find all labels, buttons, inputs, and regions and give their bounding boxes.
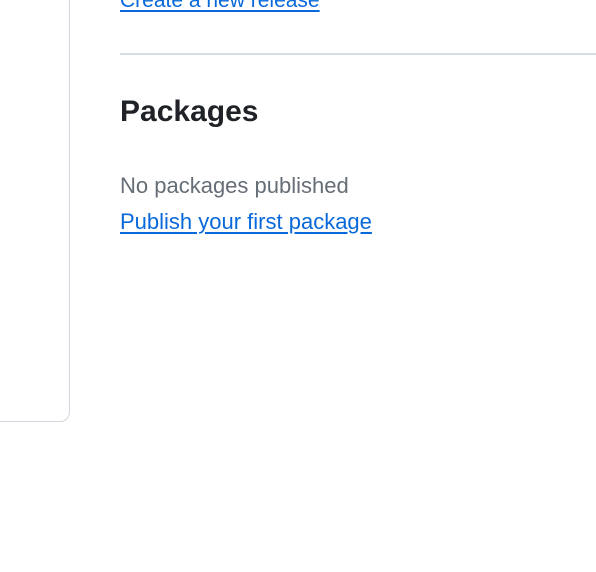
repository-page: Create a new release Packages No package… xyxy=(0,0,596,572)
packages-heading: Packages xyxy=(120,95,259,128)
packages-empty-text: No packages published xyxy=(120,173,349,198)
publish-package-link[interactable]: Publish your first package xyxy=(120,208,372,236)
create-release-link[interactable]: Create a new release xyxy=(120,0,320,14)
section-divider xyxy=(120,53,596,55)
main-content-panel xyxy=(0,0,70,422)
